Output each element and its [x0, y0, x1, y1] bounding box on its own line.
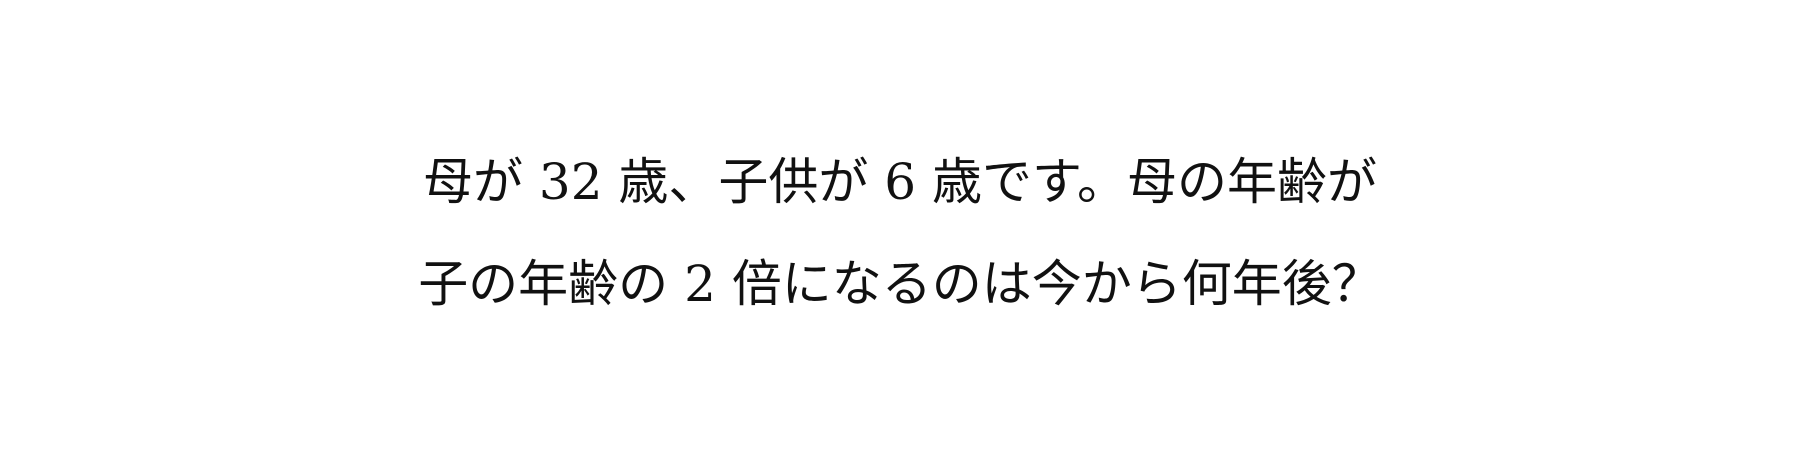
problem-text: 母が 32 歳、子供が 6 歳です。母の年齢が 子の年齢の 2 倍になるのは今か…	[0, 131, 1800, 335]
page-canvas: 母が 32 歳、子供が 6 歳です。母の年齢が 子の年齢の 2 倍になるのは今か…	[0, 0, 1800, 450]
problem-line-2: 子の年齢の 2 倍になるのは今から何年後？	[418, 255, 1382, 313]
problem-line-1: 母が 32 歳、子供が 6 歳です。母の年齢が	[422, 153, 1377, 211]
